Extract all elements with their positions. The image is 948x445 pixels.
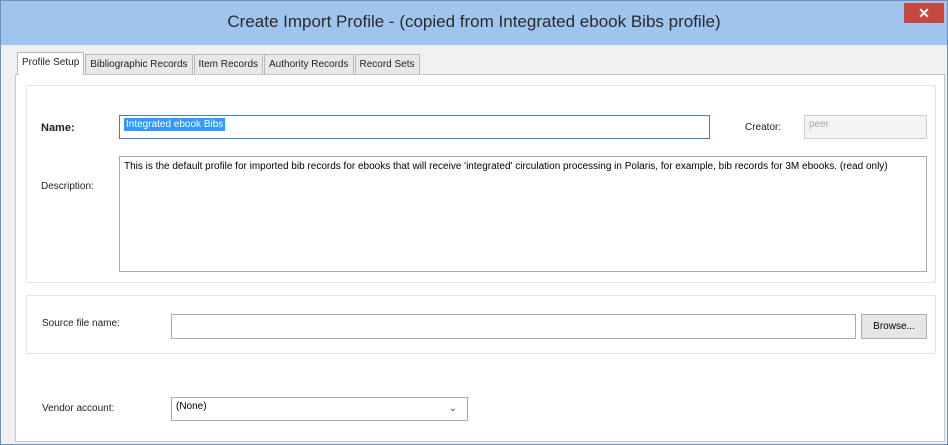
description-label: Description: — [41, 181, 94, 192]
source-file-label: Source file name: — [42, 318, 120, 329]
window-title: Create Import Profile - (copied from Int… — [227, 12, 721, 31]
source-file-input[interactable] — [171, 314, 856, 339]
import-profile-dialog: Create Import Profile - (copied from Int… — [0, 0, 948, 445]
tab-strip: Profile Setup Bibliographic Records Item… — [17, 52, 421, 75]
name-label: Name: — [41, 122, 75, 134]
close-icon[interactable]: ✕ — [904, 3, 944, 23]
creator-field: peer — [804, 115, 927, 139]
vendor-account-select[interactable]: (None) ⌄ — [171, 397, 468, 421]
name-field[interactable]: Integrated ebook Bibs — [119, 115, 710, 139]
creator-value: peer — [809, 119, 830, 130]
tab-item-records[interactable]: Item Records — [193, 54, 264, 75]
title-bar[interactable]: Create Import Profile - (copied from Int… — [1, 1, 947, 45]
profile-group: Name: Integrated ebook Bibs Creator: pee… — [26, 85, 936, 283]
source-group: Source file name: Browse... — [26, 295, 936, 354]
tab-bibliographic-records[interactable]: Bibliographic Records — [85, 54, 193, 75]
vendor-account-value: (None) — [176, 401, 207, 412]
tab-record-sets[interactable]: Record Sets — [354, 54, 420, 75]
tab-panel-profile-setup: Name: Integrated ebook Bibs Creator: pee… — [15, 74, 945, 442]
creator-label: Creator: — [745, 122, 782, 133]
vendor-account-label: Vendor account: — [42, 403, 115, 414]
tab-profile-setup[interactable]: Profile Setup — [17, 52, 85, 75]
description-value: This is the default profile for imported… — [124, 161, 888, 172]
tab-authority-records[interactable]: Authority Records — [264, 54, 354, 75]
description-field[interactable]: This is the default profile for imported… — [119, 156, 927, 272]
browse-button[interactable]: Browse... — [861, 314, 927, 339]
chevron-down-icon[interactable]: ⌄ — [449, 403, 457, 414]
name-value: Integrated ebook Bibs — [124, 118, 226, 131]
